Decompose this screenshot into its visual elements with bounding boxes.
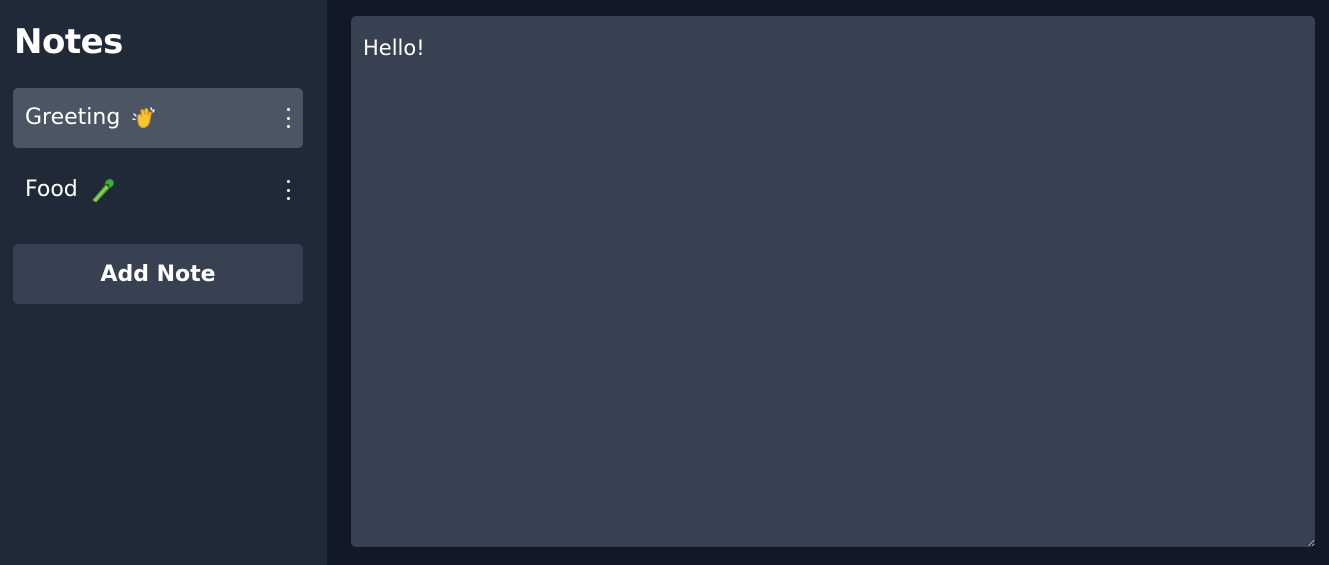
note-item-greeting[interactable]: Greeting: [13, 88, 303, 148]
add-note-button[interactable]: Add Note: [13, 244, 303, 304]
sidebar-title: Notes: [14, 22, 123, 62]
waving-hand-icon: [132, 107, 156, 129]
note-menu-icon[interactable]: [281, 178, 295, 202]
note-title: Greeting: [25, 105, 121, 130]
note-title: Food: [25, 177, 78, 202]
sidebar: Notes Greeting Food Add Note: [0, 0, 327, 565]
note-editor[interactable]: Hello!: [351, 16, 1315, 547]
note-menu-icon[interactable]: [281, 106, 295, 130]
note-list: Greeting Food: [13, 88, 303, 232]
note-label-container: Greeting: [25, 104, 158, 132]
note-item-food[interactable]: Food: [13, 160, 303, 220]
editor-area: Hello!: [327, 0, 1329, 565]
note-label-container: Food: [25, 176, 116, 204]
notes-app: Notes Greeting Food Add Note Hello!: [0, 0, 1329, 565]
celery-icon: [92, 178, 114, 203]
